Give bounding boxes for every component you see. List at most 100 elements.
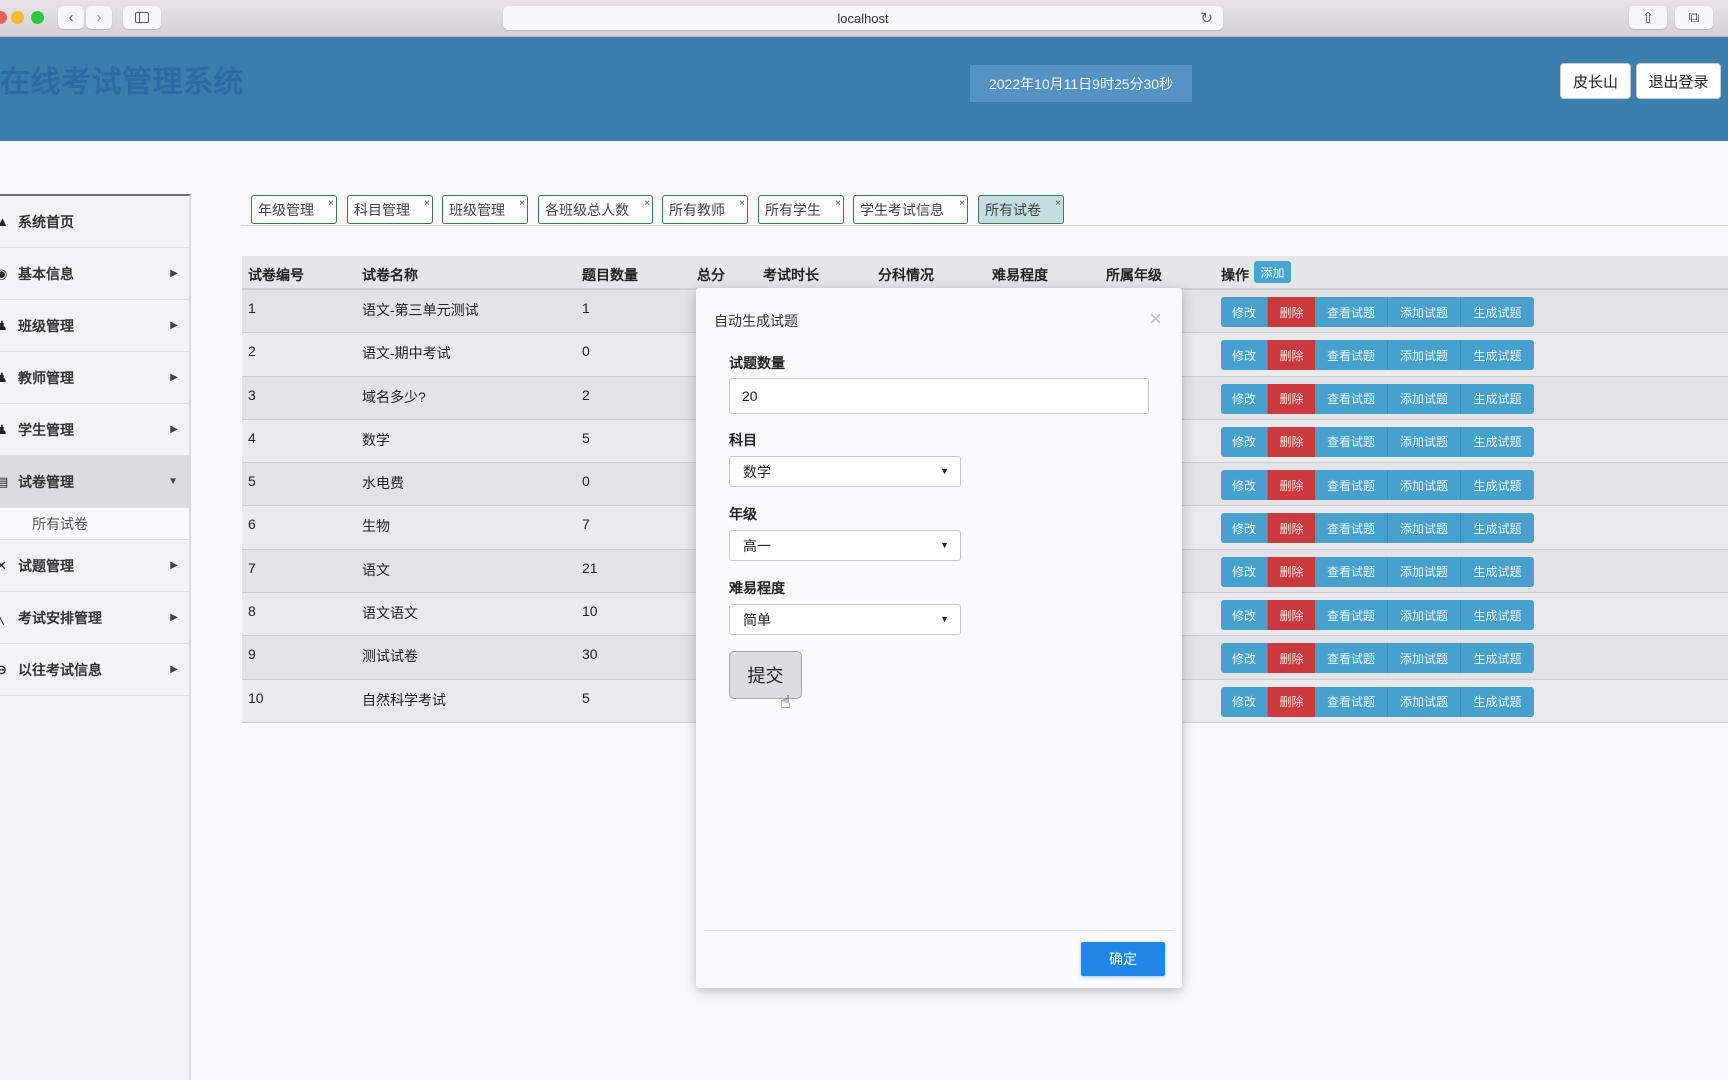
sidebar-item-paper[interactable]: ▤ 试卷管理 ▼ — [0, 456, 189, 508]
logout-button[interactable]: 退出登录 — [1636, 63, 1721, 99]
sidebar-item-class[interactable]: ♟ 班级管理 ▶ — [0, 300, 189, 352]
sidebar-item-question[interactable]: ✕ 试题管理 ▶ — [0, 540, 189, 592]
add-questions-button[interactable]: 添加试题 — [1388, 513, 1461, 544]
generate-questions-button[interactable]: 生成试题 — [1461, 556, 1534, 587]
edit-button[interactable]: 修改 — [1221, 340, 1268, 371]
tab-label: 年级管理 — [258, 201, 314, 218]
share-button[interactable]: ⇧ — [1629, 6, 1667, 29]
sidebar-item-teacher[interactable]: ♟ 教师管理 ▶ — [0, 352, 189, 404]
generate-questions-button[interactable]: 生成试题 — [1461, 600, 1534, 631]
delete-button[interactable]: 删除 — [1268, 643, 1315, 674]
generate-questions-button[interactable]: 生成试题 — [1461, 340, 1534, 371]
view-questions-button[interactable]: 查看试题 — [1315, 297, 1388, 327]
generate-questions-button[interactable]: 生成试题 — [1461, 686, 1534, 717]
view-questions-button[interactable]: 查看试题 — [1315, 513, 1388, 544]
minimize-window-button[interactable] — [11, 11, 24, 24]
tab-teachers[interactable]: 所有教师 × — [662, 195, 748, 224]
delete-button[interactable]: 删除 — [1268, 556, 1315, 587]
add-questions-button[interactable]: 添加试题 — [1388, 297, 1461, 327]
sidebar-item-student[interactable]: ♟ 学生管理 ▶ — [0, 404, 189, 456]
subject-select[interactable]: 数学 ▼ — [729, 456, 961, 487]
column-header: 操作 — [1221, 267, 1249, 283]
close-tab-icon[interactable]: × — [739, 198, 745, 209]
add-questions-button[interactable]: 添加试题 — [1388, 600, 1461, 631]
add-questions-button[interactable]: 添加试题 — [1388, 686, 1461, 717]
close-tab-icon[interactable]: × — [424, 198, 430, 209]
close-window-button[interactable] — [0, 11, 7, 24]
delete-button[interactable]: 删除 — [1268, 426, 1315, 457]
delete-button[interactable]: 删除 — [1268, 513, 1315, 544]
close-icon[interactable]: × — [1149, 306, 1162, 332]
tabs-overview-button[interactable]: ⧉ — [1675, 6, 1713, 29]
close-tab-icon[interactable]: × — [959, 198, 965, 209]
close-tab-icon[interactable]: × — [644, 198, 650, 209]
tab-subject[interactable]: 科目管理 × — [347, 195, 433, 224]
view-questions-button[interactable]: 查看试题 — [1315, 426, 1388, 457]
add-questions-button[interactable]: 添加试题 — [1388, 340, 1461, 371]
tab-students[interactable]: 所有学生 × — [758, 195, 844, 224]
generate-questions-button[interactable]: 生成试题 — [1461, 513, 1534, 544]
sidebar-item-home[interactable]: ▲ 系统首页 — [0, 196, 189, 248]
delete-button[interactable]: 删除 — [1268, 383, 1315, 414]
address-bar[interactable]: localhost ↻ — [503, 6, 1223, 30]
add-questions-button[interactable]: 添加试题 — [1388, 470, 1461, 501]
edit-button[interactable]: 修改 — [1221, 470, 1268, 501]
view-questions-button[interactable]: 查看试题 — [1315, 556, 1388, 587]
submit-button[interactable]: 提交 — [729, 651, 802, 699]
close-tab-icon[interactable]: × — [835, 198, 841, 209]
edit-button[interactable]: 修改 — [1221, 426, 1268, 457]
generate-questions-button[interactable]: 生成试题 — [1461, 643, 1534, 674]
zoom-window-button[interactable] — [31, 11, 44, 24]
edit-button[interactable]: 修改 — [1221, 513, 1268, 544]
add-questions-button[interactable]: 添加试题 — [1388, 643, 1461, 674]
sidebar-item-basic-info[interactable]: ◉ 基本信息 ▶ — [0, 248, 189, 300]
tab-class[interactable]: 班级管理 × — [442, 195, 528, 224]
generate-questions-button[interactable]: 生成试题 — [1461, 383, 1534, 414]
user-button[interactable]: 皮长山 — [1560, 63, 1631, 99]
cell-id: 2 — [248, 343, 256, 360]
edit-button[interactable]: 修改 — [1221, 686, 1268, 717]
tab-class-count[interactable]: 各班级总人数 × — [538, 195, 653, 224]
view-questions-button[interactable]: 查看试题 — [1315, 470, 1388, 501]
tab-all-papers[interactable]: 所有试卷 × — [978, 195, 1064, 224]
difficulty-select[interactable]: 简单 ▼ — [729, 604, 961, 635]
add-questions-button[interactable]: 添加试题 — [1388, 556, 1461, 587]
question-count-input[interactable]: 20 — [729, 378, 1149, 414]
reload-icon[interactable]: ↻ — [1200, 9, 1213, 27]
delete-button[interactable]: 删除 — [1268, 600, 1315, 631]
view-questions-button[interactable]: 查看试题 — [1315, 643, 1388, 674]
edit-button[interactable]: 修改 — [1221, 600, 1268, 631]
confirm-button[interactable]: 确定 — [1081, 942, 1165, 976]
delete-button[interactable]: 删除 — [1268, 297, 1315, 327]
generate-questions-button[interactable]: 生成试题 — [1461, 426, 1534, 457]
add-questions-button[interactable]: 添加试题 — [1388, 426, 1461, 457]
tab-exam-info[interactable]: 学生考试信息 × — [853, 195, 968, 224]
edit-button[interactable]: 修改 — [1221, 297, 1268, 327]
edit-button[interactable]: 修改 — [1221, 643, 1268, 674]
generate-questions-button[interactable]: 生成试题 — [1461, 297, 1534, 327]
delete-button[interactable]: 删除 — [1268, 686, 1315, 717]
view-questions-button[interactable]: 查看试题 — [1315, 686, 1388, 717]
view-questions-button[interactable]: 查看试题 — [1315, 340, 1388, 371]
add-paper-button[interactable]: 添加 — [1254, 261, 1291, 283]
generate-questions-button[interactable]: 生成试题 — [1461, 470, 1534, 501]
forward-button[interactable]: › — [86, 6, 112, 29]
delete-button[interactable]: 删除 — [1268, 470, 1315, 501]
sidebar-item-history[interactable]: ⊖ 以往考试信息 ▶ — [0, 644, 189, 696]
grade-select[interactable]: 高一 ▼ — [729, 530, 961, 561]
tab-grade[interactable]: 年级管理 × — [251, 195, 337, 224]
close-tab-icon[interactable]: × — [1055, 198, 1061, 209]
view-questions-button[interactable]: 查看试题 — [1315, 600, 1388, 631]
view-questions-button[interactable]: 查看试题 — [1315, 383, 1388, 414]
close-tab-icon[interactable]: × — [328, 198, 334, 209]
sidebar-toggle-button[interactable] — [123, 6, 161, 29]
edit-button[interactable]: 修改 — [1221, 556, 1268, 587]
add-questions-button[interactable]: 添加试题 — [1388, 383, 1461, 414]
back-button[interactable]: ‹ — [58, 6, 84, 29]
edit-button[interactable]: 修改 — [1221, 383, 1268, 414]
sidebar-subitem-all-papers[interactable]: 所有试卷 — [0, 508, 189, 540]
row-actions: 修改 删除 查看试题 添加试题 生成试题 — [1221, 686, 1534, 717]
sidebar-item-schedule[interactable]: ╲ 考试安排管理 ▶ — [0, 592, 189, 644]
close-tab-icon[interactable]: × — [519, 198, 525, 209]
delete-button[interactable]: 删除 — [1268, 340, 1315, 371]
